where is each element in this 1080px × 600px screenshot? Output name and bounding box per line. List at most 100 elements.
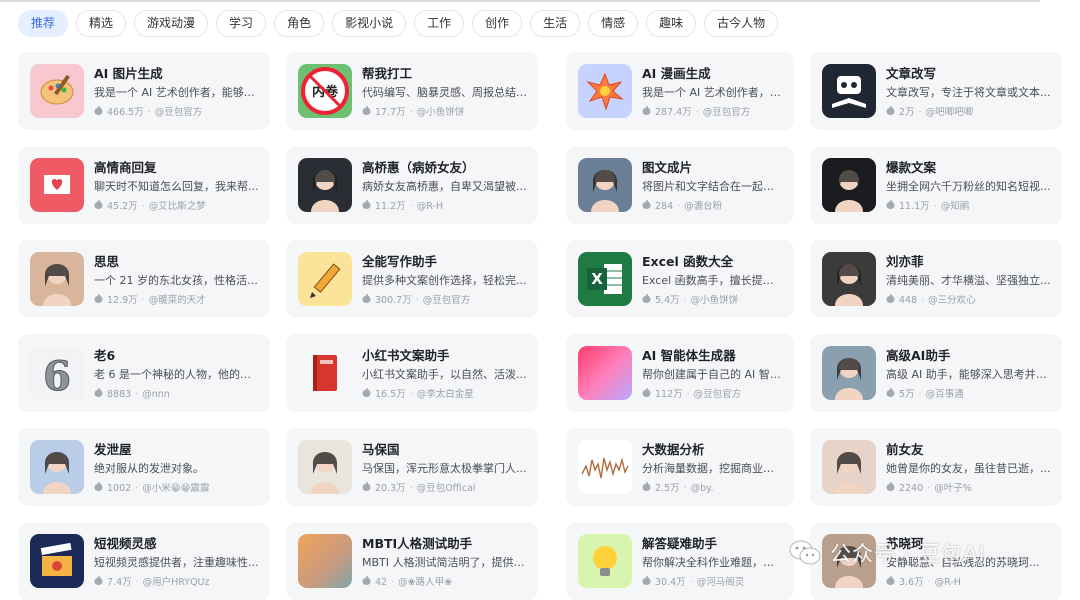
author-name[interactable]: @nnn — [142, 388, 170, 401]
agent-name: 短视频灵感 — [94, 536, 157, 551]
agent-description: Excel 函数高手，擅长提供 Excel ... — [642, 274, 784, 287]
tab-11[interactable]: 古今人物 — [704, 10, 779, 37]
tab-5[interactable]: 影视小说 — [332, 10, 407, 37]
agent-name: AI 漫画生成 — [642, 66, 711, 81]
man-back-avatar — [822, 346, 876, 400]
agent-card[interactable]: 图文成片将图片和文字结合在一起，创造... 284·@漉台粉 — [566, 146, 794, 224]
author-name[interactable]: @叶子% — [934, 482, 972, 495]
author-name[interactable]: @豆包官方 — [694, 388, 742, 401]
author-name[interactable]: @豆包官方 — [703, 106, 751, 119]
flame-icon — [94, 106, 103, 119]
agent-card[interactable]: 6 老6 老 6 是一个神秘的人物，他的回... 8883 · @nnn — [18, 334, 270, 412]
author-name[interactable]: @R-H — [935, 576, 961, 589]
agent-card[interactable]: 思思 一个 21 岁的东北女孩，性格活泼... 12.9万 · @暖菜的天才 — [18, 240, 270, 318]
author-name[interactable]: @小鱼饼饼 — [417, 106, 465, 119]
author-name[interactable]: @漉台粉 — [684, 200, 722, 213]
neijuan-sign-icon: 内卷 — [298, 64, 352, 118]
tab-8[interactable]: 生活 — [530, 10, 581, 37]
agent-card[interactable]: AI 漫画生成我是一个 AI 艺术创作者，能够生... 287.4万· @豆包官方 — [566, 52, 794, 130]
flame-icon — [94, 388, 103, 401]
agent-card[interactable]: 高级AI助手 高级 AI 助手，能够深入思考并详... 5万 · @百事通 — [810, 334, 1062, 412]
agent-meta: 16.5万 · @李太白金星 — [362, 388, 528, 401]
portrait-avatar — [822, 252, 876, 306]
agent-card[interactable]: 前女友 她曾是你的女友，虽往昔已逝，... 2240 · @叶子% — [810, 428, 1062, 506]
tab-7[interactable]: 创作 — [472, 10, 523, 37]
author-name[interactable]: @河马阁灵 — [697, 576, 745, 589]
author-name[interactable]: @小米😁😁震震 — [142, 482, 209, 495]
author-name[interactable]: @R-H — [417, 200, 443, 213]
flame-icon — [362, 294, 371, 307]
agent-card[interactable]: MBTI人格测试助手 MBTI 人格测试简洁明了，提供客... 42 · @❀路人甲❀ — [286, 522, 538, 600]
agent-card[interactable]: 马保国 马保国，浑元形意太极拳掌门人... 20.3万 · @豆包Offical — [286, 428, 538, 506]
agent-card[interactable]: 短视频灵感 短视频灵感提供者，注重趣味性... 7.4万 · @用户HRYQUz — [18, 522, 270, 600]
flame-icon — [362, 388, 371, 401]
flame-icon — [642, 482, 651, 495]
fantasy-girl-avatar — [578, 158, 632, 212]
usage-count: 12.9万 — [107, 295, 138, 306]
author-name[interactable]: @三分欢心 — [928, 294, 976, 307]
separator-dot: · — [686, 389, 690, 400]
agent-card[interactable]: 小红书文案助手 小红书文案助手，以自然、活泼... 16.5万 · @李太白金星 — [286, 334, 538, 412]
tab-2[interactable]: 游戏动漫 — [134, 10, 209, 37]
line-chart-icon — [578, 440, 632, 494]
tab-10[interactable]: 趣味 — [646, 10, 697, 37]
agent-name: 前女友 — [886, 442, 924, 457]
card-info: AI 漫画生成我是一个 AI 艺术创作者，能够生... 287.4万· @豆包官方 — [642, 65, 784, 119]
author-name[interactable]: @豆包官方 — [423, 294, 471, 307]
agent-card[interactable]: 发泄屋 绝对服从的发泄对象。 1002 · @小米😁😁震震 — [18, 428, 270, 506]
author-name[interactable]: @李太白金星 — [417, 388, 474, 401]
author-name[interactable]: @暖菜的天才 — [149, 294, 206, 307]
usage-count: 8883 — [107, 389, 132, 400]
agent-description: 短视频灵感提供者，注重趣味性... — [94, 556, 259, 569]
agent-meta: 45.2万 · @艾比斯之梦 — [94, 200, 260, 213]
flame-icon — [886, 482, 895, 495]
agent-name: AI 智能体生成器 — [642, 348, 736, 363]
agent-card[interactable]: 全能写作助手 提供多种文案创作选择，轻松完... 300.7万 · @豆包官方 — [286, 240, 538, 318]
tab-4[interactable]: 角色 — [274, 10, 325, 37]
agent-card[interactable]: 爆款文案 坐拥全网六千万粉丝的知名短视... 11.1万 · @知鹂 — [810, 146, 1062, 224]
author-name[interactable]: @百事通 — [926, 388, 964, 401]
agent-card[interactable]: 高桥惠（病娇女友） 病娇女友高桥惠，自卑又渴望被... 11.2万 · @R-H — [286, 146, 538, 224]
author-name[interactable]: @用户HRYQUz — [143, 576, 210, 589]
tab-0[interactable]: 推荐 — [18, 10, 69, 37]
author-name[interactable]: @知鹂 — [941, 200, 970, 213]
author-name[interactable]: @艾比斯之梦 — [149, 200, 206, 213]
separator-dot: · — [927, 577, 931, 588]
agent-description: 我是一个 AI 艺术创作者，能够为... — [94, 86, 260, 99]
usage-count: 20.3万 — [375, 483, 406, 494]
agent-card[interactable]: 大数据分析分析海量数据，挖掘商业价值，... 2.5万· @by. — [566, 428, 794, 506]
separator-dot: · — [409, 201, 413, 212]
agent-name: 文章改写 — [886, 66, 937, 81]
agent-card[interactable]: X Excel 函数大全 Excel 函数高手，擅长提供 Excel ... 5.4万… — [566, 240, 794, 318]
agent-meta: 284 · @漉台粉 — [642, 200, 784, 213]
agent-card[interactable]: AI 智能体生成器帮你创建属于自己的 AI 智能体 😉 112万· @豆包官方 — [566, 334, 794, 412]
flame-icon — [642, 576, 651, 589]
agent-meta: 2240 · @叶子% — [886, 482, 1052, 495]
author-name[interactable]: @❀路人甲❀ — [398, 576, 452, 589]
author-name[interactable]: @豆包Offical — [417, 482, 476, 495]
flame-icon — [886, 200, 895, 213]
agent-card[interactable]: 内卷帮我打工代码编写、脑暴灵感、周报总结.... 17.7万· @小鱼饼饼 — [286, 52, 538, 130]
agent-card[interactable]: 解答疑难助手帮你解决全科作业难题，提供个... 30.4万· @河马阁灵 — [566, 522, 794, 600]
tab-6[interactable]: 工作 — [414, 10, 465, 37]
tab-1[interactable]: 精选 — [76, 10, 127, 37]
lightbulb-icon — [578, 534, 632, 588]
author-name[interactable]: @吧唧吧唧 — [926, 106, 974, 119]
author-name[interactable]: @豆包官方 — [155, 106, 203, 119]
agent-card[interactable]: 高情商回复 聊天时不知道怎么回复，我来帮... 45.2万 · @艾比斯之梦 — [18, 146, 270, 224]
agent-card[interactable]: AI 图片生成 我是一个 AI 艺术创作者，能够为... 466.5万 · @豆包官方 — [18, 52, 270, 130]
author-name[interactable]: @by. — [691, 482, 714, 495]
flame-icon — [94, 576, 103, 589]
agent-card[interactable]: 文章改写 文章改写，专注于将文章或文本... 2万 · @吧唧吧唧 — [810, 52, 1062, 130]
agent-card[interactable]: 刘亦菲 清纯美丽、才华横溢、坚强独立... 448 · @三分欢心 — [810, 240, 1062, 318]
card-info: 思思 一个 21 岁的东北女孩，性格活泼... 12.9万 · @暖菜的天才 — [94, 253, 260, 307]
separator-dot: · — [409, 483, 413, 494]
flame-icon — [362, 200, 371, 213]
usage-count: 1002 — [107, 483, 132, 494]
tab-9[interactable]: 情感 — [588, 10, 639, 37]
flame-icon — [642, 388, 651, 401]
agent-description: 代码编写、脑暴灵感、周报总结.... — [362, 86, 528, 99]
author-name[interactable]: @小鱼饼饼 — [691, 294, 739, 307]
tab-3[interactable]: 学习 — [216, 10, 267, 37]
usage-count: 2万 — [899, 107, 915, 118]
